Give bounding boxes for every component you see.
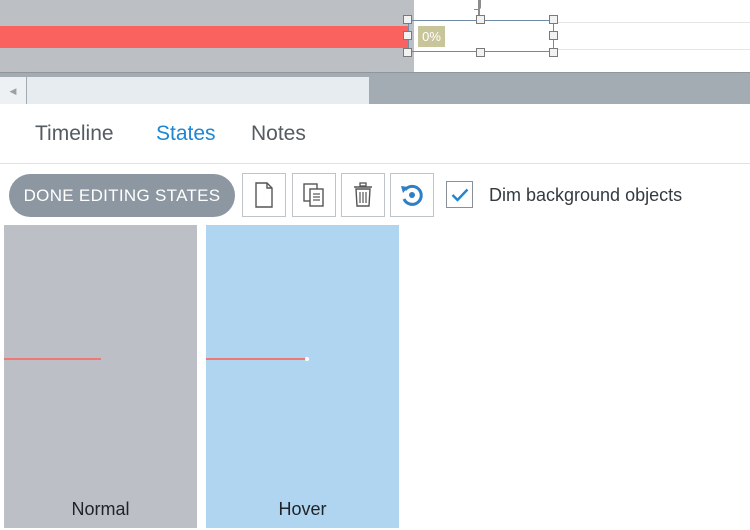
new-state-icon [255, 182, 273, 208]
resize-handle-bottom-left[interactable] [403, 48, 412, 57]
progress-label[interactable]: 0% [418, 26, 445, 47]
state-preview-line [4, 358, 101, 360]
checkmark-icon [451, 188, 468, 202]
resize-handle-right[interactable] [549, 31, 558, 40]
delete-state-button[interactable] [341, 173, 385, 217]
scrollbar-thumb[interactable] [27, 77, 369, 105]
stage-canvas[interactable]: 0% [0, 0, 750, 72]
duplicate-state-icon [303, 183, 324, 207]
state-name: Hover [278, 499, 327, 519]
state-card-normal[interactable]: Normal [4, 225, 197, 528]
state-preview-dot [305, 357, 309, 361]
resize-handle-left[interactable] [403, 31, 412, 40]
resize-handle-top-right[interactable] [549, 15, 558, 24]
tab-states[interactable]: States [156, 122, 216, 146]
tab-notes[interactable]: Notes [251, 122, 306, 146]
horizontal-scrollbar[interactable]: ◀ [0, 72, 750, 105]
guide-line [554, 22, 750, 23]
new-state-button[interactable] [242, 173, 286, 217]
resize-handle-top-left[interactable] [403, 15, 412, 24]
progress-bar-fill[interactable] [0, 26, 409, 48]
states-toolbar: DONE EDITING STATES Dim background objec… [0, 165, 750, 225]
reset-state-button[interactable] [390, 173, 434, 217]
rotate-icon[interactable] [474, 0, 481, 10]
resize-handle-top[interactable] [476, 15, 485, 24]
panel-tabs: Timeline States Notes [0, 104, 750, 164]
resize-handle-bottom[interactable] [476, 48, 485, 57]
dim-background-label: Dim background objects [489, 185, 683, 205]
resize-handle-bottom-right[interactable] [549, 48, 558, 57]
state-name: Normal [71, 499, 130, 519]
duplicate-state-button[interactable] [292, 173, 336, 217]
guide-line [554, 49, 750, 50]
reset-state-icon [401, 184, 423, 206]
tab-timeline[interactable]: Timeline [35, 122, 114, 146]
trash-icon [354, 182, 372, 207]
state-card-hover[interactable]: Hover [206, 225, 399, 528]
done-editing-states-button[interactable]: DONE EDITING STATES [9, 174, 235, 217]
state-preview-line [206, 358, 306, 360]
scroll-left-icon[interactable]: ◀ [0, 77, 26, 105]
dim-background-checkbox[interactable] [446, 181, 473, 208]
